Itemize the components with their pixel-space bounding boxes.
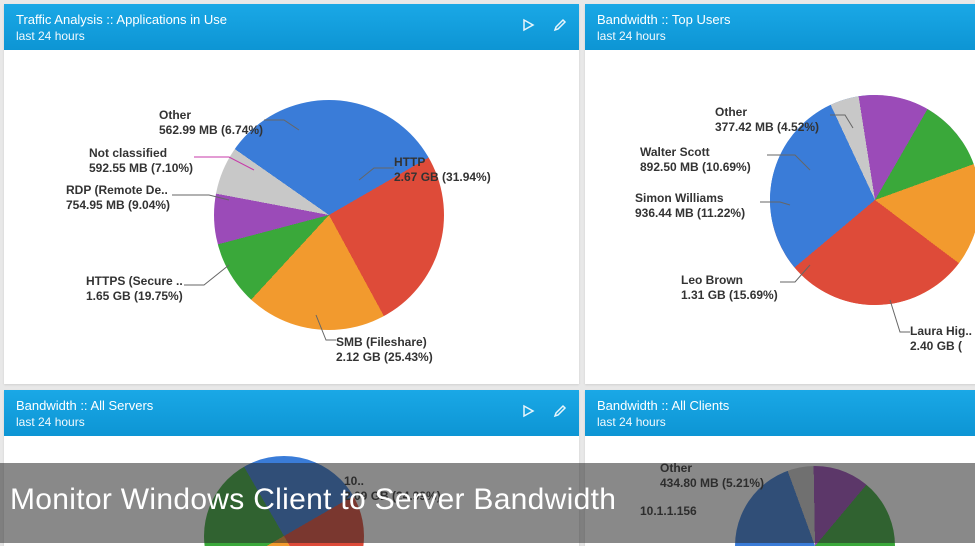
panel-title: Bandwidth :: All Servers xyxy=(16,398,153,415)
label-smb: SMB (Fileshare) 2.12 GB (25.43%) xyxy=(336,335,433,365)
play-icon[interactable] xyxy=(521,404,535,418)
label-simon: Simon Williams 936.44 MB (11.22%) xyxy=(635,191,745,221)
overlay-title: Monitor Windows Client to Server Bandwid… xyxy=(10,483,616,516)
edit-icon[interactable] xyxy=(553,18,567,32)
panel-title: Traffic Analysis :: Applications in Use xyxy=(16,12,227,29)
panel-top-users: Bandwidth :: Top Users last 24 hours Oth… xyxy=(585,4,975,384)
panel-subtitle: last 24 hours xyxy=(16,29,227,45)
panel-applications: Traffic Analysis :: Applications in Use … xyxy=(4,4,579,384)
panel-header: Bandwidth :: Top Users last 24 hours xyxy=(585,4,975,50)
label-walter: Walter Scott 892.50 MB (10.69%) xyxy=(640,145,751,175)
panel-header: Bandwidth :: All Clients last 24 hours xyxy=(585,390,975,436)
overlay-title-bar: Monitor Windows Client to Server Bandwid… xyxy=(0,463,975,543)
chart-apps: HTTP 2.67 GB (31.94%) SMB (Fileshare) 2.… xyxy=(4,50,579,384)
panel-header: Bandwidth :: All Servers last 24 hours xyxy=(4,390,579,436)
label-leo: Leo Brown 1.31 GB (15.69%) xyxy=(681,273,778,303)
label-https: HTTPS (Secure .. 1.65 GB (19.75%) xyxy=(86,274,183,304)
label-other: Other 377.42 MB (4.52%) xyxy=(715,105,819,135)
panel-title: Bandwidth :: All Clients xyxy=(597,398,729,415)
label-rdp: RDP (Remote De.. 754.95 MB (9.04%) xyxy=(66,183,170,213)
play-icon[interactable] xyxy=(521,18,535,32)
label-other: Other 562.99 MB (6.74%) xyxy=(159,108,263,138)
label-nc: Not classified 592.55 MB (7.10%) xyxy=(89,146,193,176)
label-http: HTTP 2.67 GB (31.94%) xyxy=(394,155,491,185)
panel-subtitle: last 24 hours xyxy=(597,415,729,431)
chart-users: Other 377.42 MB (4.52%) Walter Scott 892… xyxy=(585,50,975,384)
edit-icon[interactable] xyxy=(553,404,567,418)
panel-subtitle: last 24 hours xyxy=(597,29,730,45)
panel-subtitle: last 24 hours xyxy=(16,415,153,431)
panel-title: Bandwidth :: Top Users xyxy=(597,12,730,29)
label-laura: Laura Hig.. 2.40 GB ( xyxy=(910,324,972,354)
panel-header: Traffic Analysis :: Applications in Use … xyxy=(4,4,579,50)
